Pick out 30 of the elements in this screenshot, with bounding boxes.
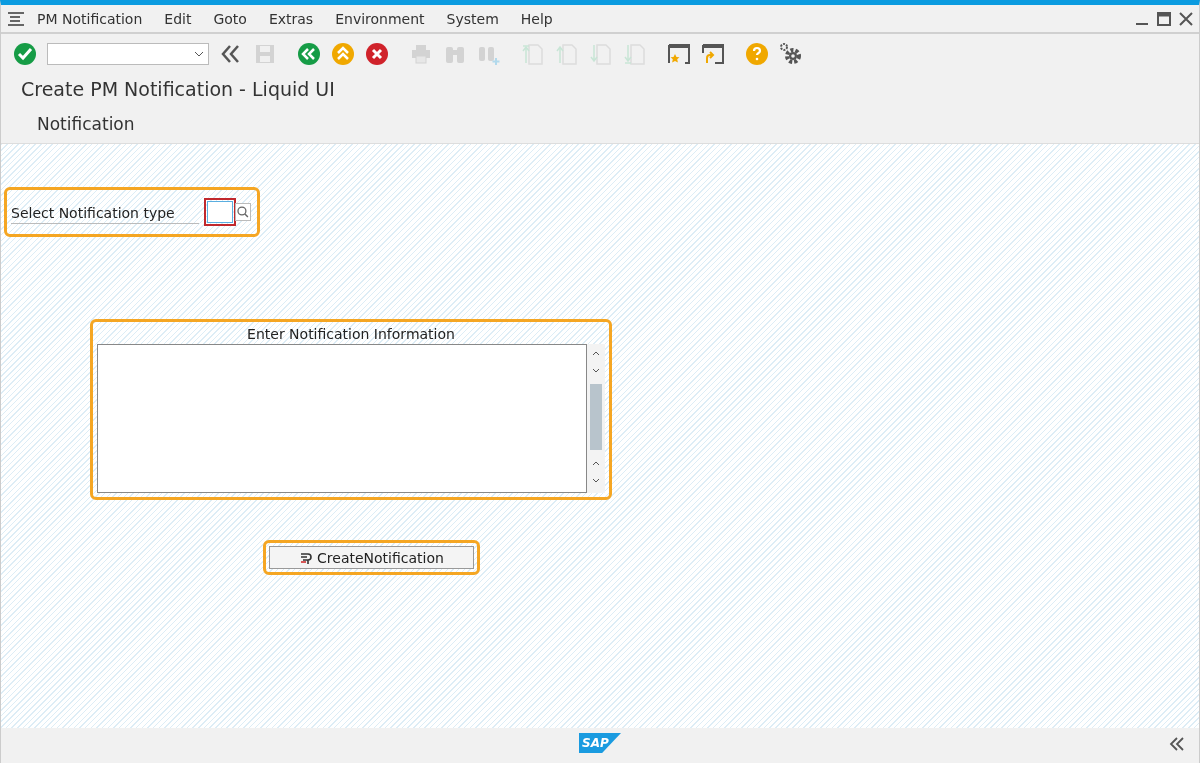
back-icon[interactable] (297, 42, 321, 66)
menu-item[interactable]: Extras (268, 10, 314, 27)
window-star-icon[interactable] (667, 42, 691, 66)
caret-icon (194, 49, 204, 59)
cancel-icon[interactable] (365, 42, 389, 66)
command-field[interactable] (47, 43, 209, 65)
double-chevron-icon[interactable] (1169, 736, 1185, 752)
maximize-icon[interactable] (1157, 11, 1171, 26)
menu-item[interactable]: Environment (335, 10, 425, 27)
logo: SAP (579, 733, 621, 753)
settings-icon[interactable] (779, 42, 803, 66)
create-notification-button[interactable]: CreateNotification (269, 546, 474, 569)
menu-icon[interactable] (7, 11, 25, 26)
box-title: Enter Notification Information (246, 326, 456, 344)
input-field[interactable] (207, 201, 234, 223)
field-label: Select Notification type (11, 200, 200, 224)
scrollbar[interactable] (587, 344, 605, 493)
checkmark-icon[interactable] (13, 42, 37, 66)
menu-item[interactable]: Help (520, 10, 553, 27)
help-icon[interactable] (745, 42, 769, 66)
screen-title: Create PM Notification - Liquid UI (1, 74, 1199, 106)
toolbar-button[interactable]: Notification (37, 114, 135, 134)
menu-item[interactable]: PM Notification (37, 10, 143, 27)
up-chevron-icon[interactable] (331, 42, 355, 66)
window-arrow-icon[interactable] (701, 42, 725, 66)
script-icon (299, 550, 314, 565)
menu-item[interactable]: Edit (164, 10, 192, 27)
menu-item[interactable]: Goto (213, 10, 247, 27)
close-icon[interactable] (1179, 11, 1193, 26)
menu-item[interactable]: System (446, 10, 499, 27)
